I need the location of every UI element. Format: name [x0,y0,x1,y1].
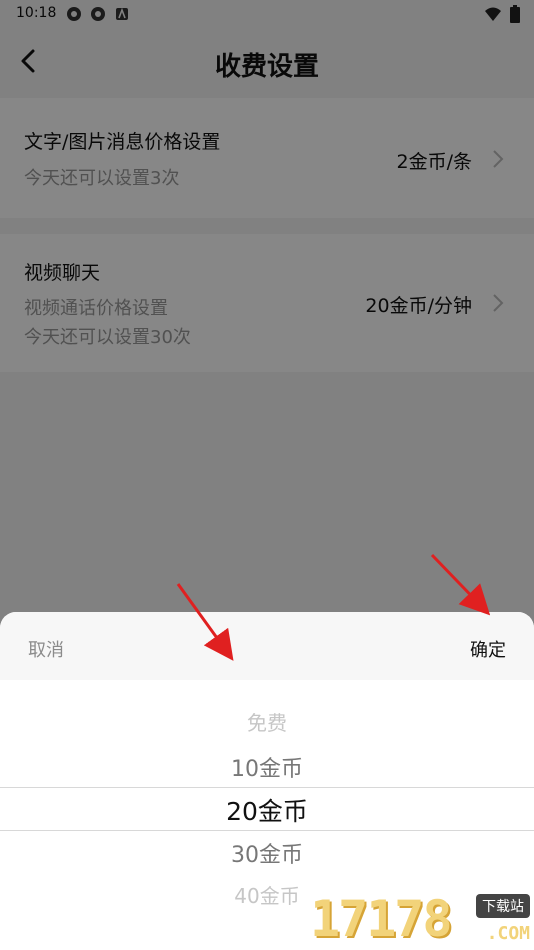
annotation-arrows [176,553,491,661]
watermark-badge: 下载站 [476,894,530,918]
watermark-suffix: .COM [486,923,530,944]
annotation-arrow [176,583,234,661]
site-watermark: 17178 下载站 .COM [310,890,534,950]
annotation-arrow [430,553,491,616]
watermark-digits: 17178 [310,890,453,948]
